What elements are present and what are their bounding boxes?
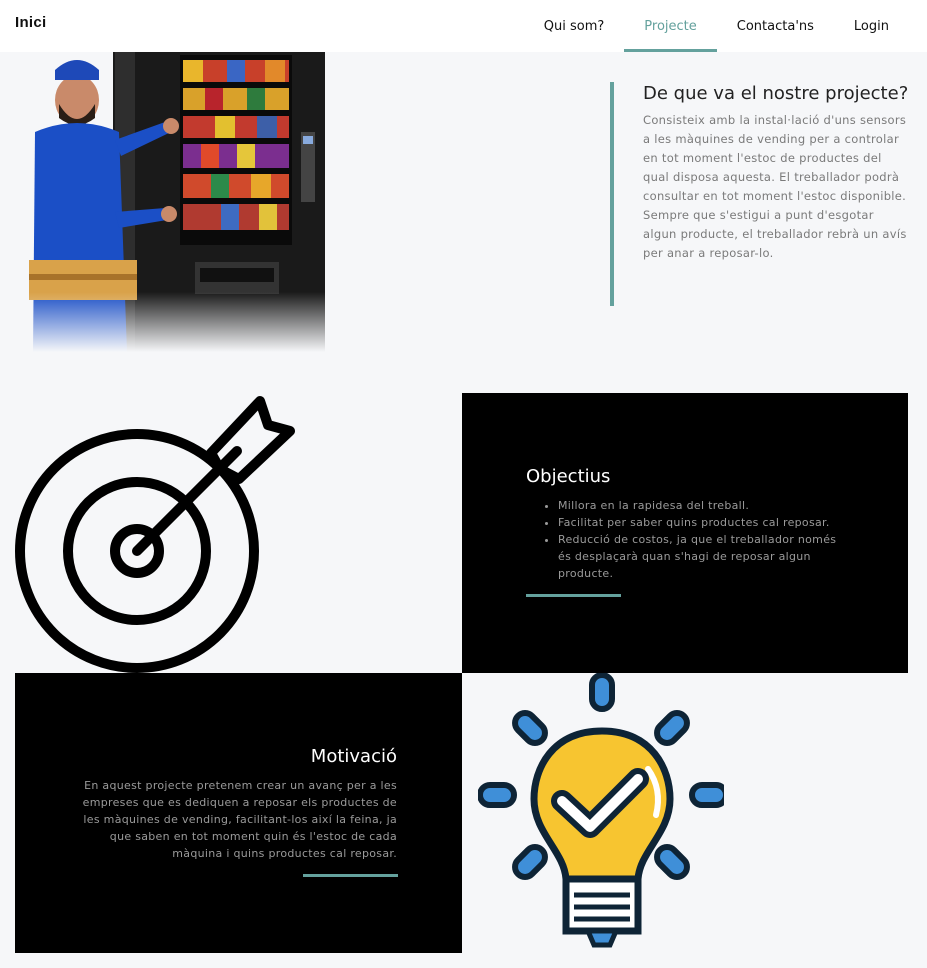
project-description: De que va el nostre projecte? Consisteix… (610, 82, 910, 306)
motivacio-panel: Motivació En aquest projecte pretenem cr… (15, 673, 462, 953)
target-arrow-icon (15, 396, 295, 673)
navbar: Inici Qui som? Projecte Contacta'ns Logi… (0, 0, 927, 52)
list-item: Millora en la rapidesa del treball. (558, 497, 848, 514)
vending-machine-worker-image (15, 52, 325, 352)
motivacio-text: En aquest projecte pretenem crear un ava… (82, 779, 397, 860)
accent-divider (526, 594, 621, 597)
motivacio-title: Motivació (310, 746, 397, 767)
nav-link-projecte[interactable]: Projecte (624, 0, 718, 52)
brand-link[interactable]: Inici (15, 14, 47, 31)
nav-link-qui-som[interactable]: Qui som? (524, 0, 625, 52)
project-text: Consisteix amb la instal·lació d'uns sen… (643, 113, 907, 260)
nav-link-contactans[interactable]: Contacta'ns (717, 0, 834, 52)
lightbulb-check-icon (478, 673, 724, 948)
objectius-panel: Objectius Millora en la rapidesa del tre… (462, 393, 908, 673)
list-item: Facilitat per saber quins productes cal … (558, 514, 848, 531)
nav-links: Qui som? Projecte Contacta'ns Login (524, 0, 909, 52)
objectius-title: Objectius (526, 466, 611, 487)
list-item: Reducció de costos, ja que el treballado… (558, 531, 848, 582)
nav-link-login[interactable]: Login (834, 0, 909, 52)
project-title: De que va el nostre projecte? (643, 83, 909, 104)
objectius-list: Millora en la rapidesa del treball. Faci… (558, 497, 848, 582)
accent-divider (303, 874, 398, 877)
